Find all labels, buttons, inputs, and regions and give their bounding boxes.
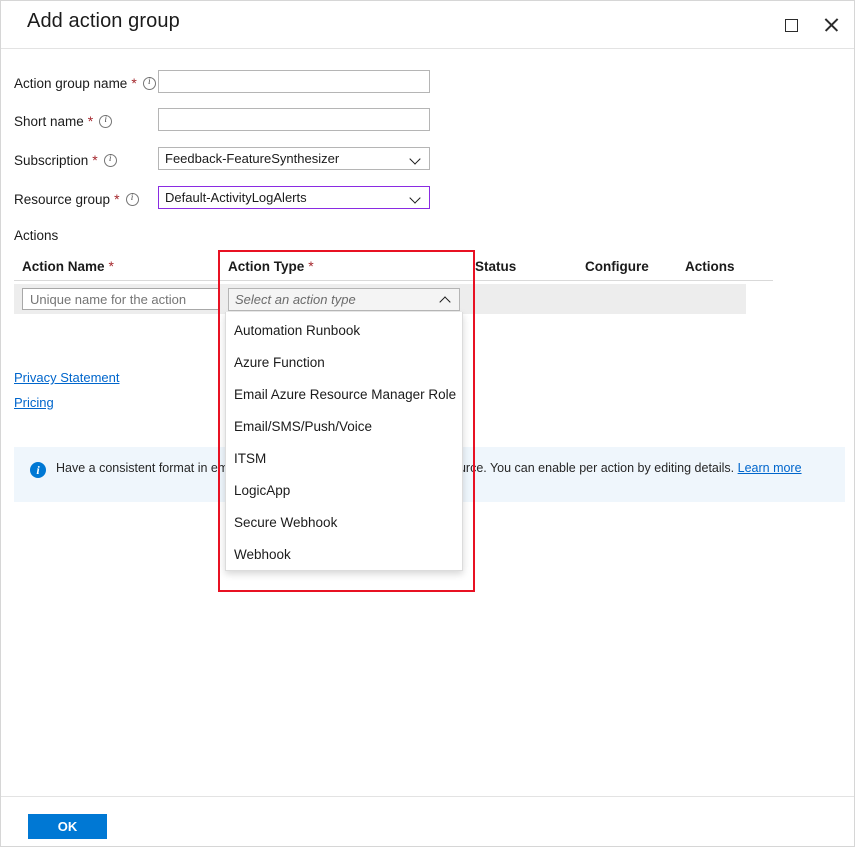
dropdown-option-logicapp[interactable]: LogicApp bbox=[226, 474, 462, 506]
subscription-value: Feedback-FeatureSynthesizer bbox=[165, 151, 410, 166]
dropdown-option-email-azure-resource-manager-role[interactable]: Email Azure Resource Manager Role bbox=[226, 378, 462, 410]
add-action-group-dialog: Add action group Action group name * i S… bbox=[0, 0, 855, 847]
field-row-subscription: Subscription * i bbox=[14, 147, 117, 173]
info-icon[interactable]: i bbox=[143, 77, 156, 90]
label-action-group-name: Action group name bbox=[14, 76, 127, 91]
dropdown-option-azure-function[interactable]: Azure Function bbox=[226, 346, 462, 378]
column-header-action-name: Action Name * bbox=[22, 259, 114, 274]
subscription-select[interactable]: Feedback-FeatureSynthesizer bbox=[158, 147, 430, 170]
required-asterisk: * bbox=[109, 258, 114, 274]
action-type-combobox[interactable]: Select an action type bbox=[228, 288, 460, 311]
short-name-input[interactable] bbox=[158, 108, 430, 131]
column-header-status: Status bbox=[475, 259, 516, 274]
resource-group-value: Default-ActivityLogAlerts bbox=[165, 190, 410, 205]
footer-divider bbox=[1, 796, 854, 797]
field-row-resource-group: Resource group * i bbox=[14, 186, 139, 212]
label-short-name: Short name bbox=[14, 114, 84, 129]
column-header-actions: Actions bbox=[685, 259, 735, 274]
label-resource-group: Resource group bbox=[14, 192, 110, 207]
column-header-configure: Configure bbox=[585, 259, 649, 274]
close-icon bbox=[823, 17, 839, 33]
column-header-action-type: Action Type * bbox=[228, 259, 314, 274]
dialog-title: Add action group bbox=[27, 10, 180, 33]
resource-group-select[interactable]: Default-ActivityLogAlerts bbox=[158, 186, 430, 209]
column-header-label: Action Name bbox=[22, 259, 105, 274]
info-icon[interactable]: i bbox=[104, 154, 117, 167]
ok-button[interactable]: OK bbox=[28, 814, 107, 839]
close-button[interactable] bbox=[812, 6, 850, 44]
maximize-icon bbox=[785, 19, 798, 32]
chevron-up-icon bbox=[440, 294, 451, 305]
required-asterisk: * bbox=[92, 153, 97, 167]
required-asterisk: * bbox=[308, 258, 313, 274]
field-row-short-name: Short name * i bbox=[14, 108, 112, 134]
column-header-label: Action Type bbox=[228, 259, 304, 274]
action-type-placeholder: Select an action type bbox=[235, 292, 440, 307]
info-icon[interactable]: i bbox=[99, 115, 112, 128]
dropdown-option-automation-runbook[interactable]: Automation Runbook bbox=[226, 314, 462, 346]
learn-more-link[interactable]: Learn more bbox=[738, 461, 802, 475]
field-row-action-group-name: Action group name * i bbox=[14, 70, 156, 96]
maximize-button[interactable] bbox=[772, 6, 810, 44]
pricing-link[interactable]: Pricing bbox=[14, 395, 54, 410]
actions-section-title: Actions bbox=[14, 228, 58, 243]
actions-table-header: Action Name * Action Type * Status Configu… bbox=[14, 259, 773, 281]
dropdown-option-email-sms-push-voice[interactable]: Email/SMS/Push/Voice bbox=[226, 410, 462, 442]
action-group-name-input[interactable] bbox=[158, 70, 430, 93]
action-name-input[interactable] bbox=[22, 288, 219, 310]
dropdown-option-webhook[interactable]: Webhook bbox=[226, 538, 462, 570]
label-subscription: Subscription bbox=[14, 153, 88, 168]
dropdown-option-secure-webhook[interactable]: Secure Webhook bbox=[226, 506, 462, 538]
dropdown-option-itsm[interactable]: ITSM bbox=[226, 442, 462, 474]
info-icon: i bbox=[30, 462, 46, 478]
chevron-down-icon bbox=[410, 153, 421, 164]
required-asterisk: * bbox=[114, 192, 119, 206]
required-asterisk: * bbox=[88, 114, 93, 128]
privacy-statement-link[interactable]: Privacy Statement bbox=[14, 370, 120, 385]
action-type-dropdown-list[interactable]: Automation Runbook Azure Function Email … bbox=[225, 312, 463, 571]
chevron-down-icon bbox=[410, 192, 421, 203]
required-asterisk: * bbox=[131, 76, 136, 90]
dialog-titlebar: Add action group bbox=[1, 1, 854, 49]
info-icon[interactable]: i bbox=[126, 193, 139, 206]
